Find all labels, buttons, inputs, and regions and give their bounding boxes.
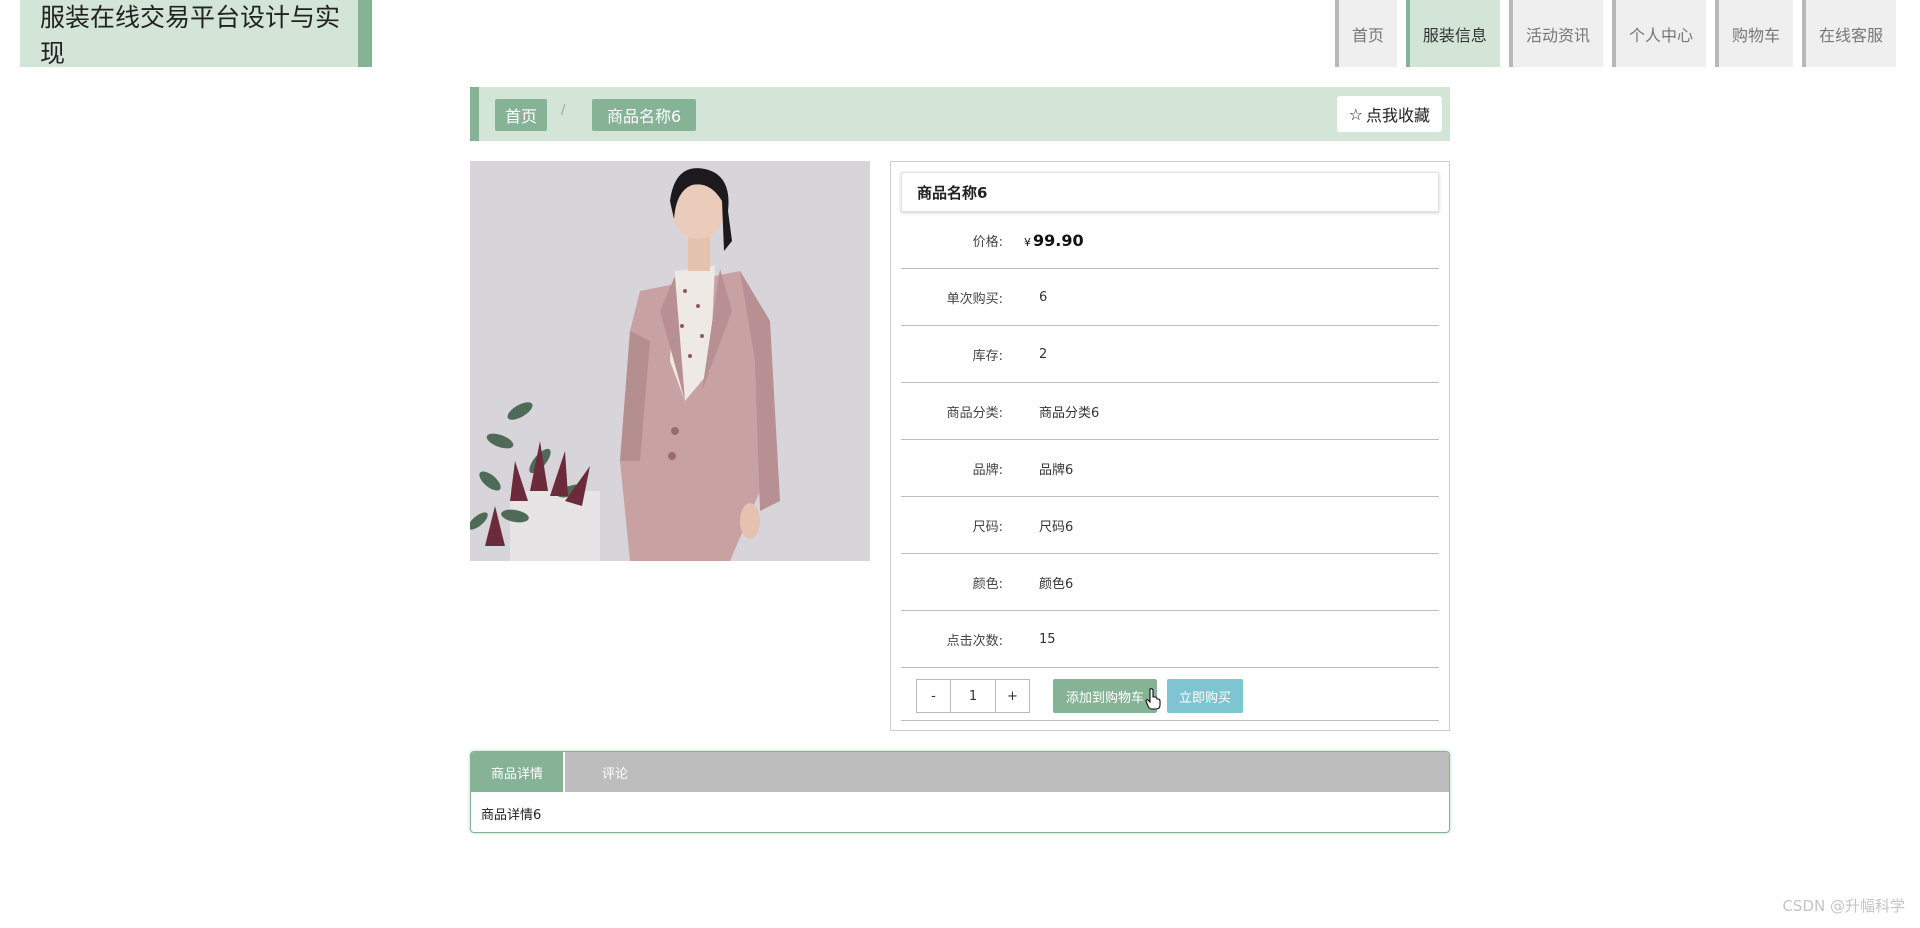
site-title-text: 服装在线交易平台设计与实现 [40,2,341,68]
field-row-category: 商品分类: 商品分类6 [901,383,1439,440]
price-value: ¥99.90 [1024,231,1084,250]
field-value: 品牌6 [1039,462,1074,478]
tab-content: 商品详情6 [481,808,542,823]
purchase-row: - 1 + 添加到购物车 立即购买 [901,672,1439,721]
tab-product-details[interactable]: 商品详情 [471,752,565,792]
product-name: 商品名称6 [901,172,1439,212]
price-label: 价格: [972,234,1003,250]
price-row: 价格: ¥99.90 [901,212,1439,269]
tab-bar: 商品详情 评论 [471,752,1449,792]
nav-label: 首页 [1351,25,1384,45]
field-value: 2 [1039,346,1048,362]
product-photo [470,161,870,561]
site-title: 服装在线交易平台设计与实现 [20,0,372,68]
field-label: 单次购买: [946,291,1003,307]
nav-label: 购物车 [1731,25,1780,45]
nav-label: 服装信息 [1422,25,1487,45]
nav-item-home[interactable]: 首页 [1334,0,1397,67]
nav-label: 个人中心 [1628,25,1693,45]
field-value: 15 [1039,631,1056,647]
buy-now-button[interactable]: 立即购买 [1167,679,1243,713]
add-to-cart-button[interactable]: 添加到购物车 [1053,679,1157,713]
field-label: 颜色: [972,576,1003,592]
quantity-stepper: - 1 + [916,679,1030,713]
field-row-single-purchase: 单次购买: 6 [901,269,1439,326]
favorite-label: 点我收藏 [1365,106,1430,125]
field-value: 尺码6 [1039,519,1074,535]
price-amount: 99.90 [1033,230,1084,250]
product-info-panel: 商品名称6 价格: ¥99.90 单次购买: 6 库存: 2 商品分类: 商品分… [890,161,1450,731]
field-label: 品牌: [972,462,1003,478]
top-nav: 首页 服装信息 活动资讯 个人中心 购物车 在线客服 [1326,0,1896,67]
nav-item-customer-service[interactable]: 在线客服 [1801,0,1896,67]
breadcrumb: 首页 / 商品名称6 ☆ 点我收藏 [470,87,1450,141]
quantity-input[interactable]: 1 [950,680,996,712]
breadcrumb-current[interactable]: 商品名称6 [592,99,697,131]
increase-quantity-button[interactable]: + [996,680,1029,712]
decrease-quantity-button[interactable]: - [917,680,950,712]
nav-item-news[interactable]: 活动资讯 [1508,0,1603,67]
field-row-clicks: 点击次数: 15 [901,611,1439,668]
field-label: 尺码: [972,519,1003,535]
product-image [470,161,870,561]
field-row-size: 尺码: 尺码6 [901,497,1439,554]
field-label: 点击次数: [946,633,1003,649]
hand-cursor-icon [1145,688,1161,710]
nav-label: 活动资讯 [1525,25,1590,45]
field-row-color: 颜色: 颜色6 [901,554,1439,611]
field-label: 库存: [972,348,1003,364]
star-outline-icon: ☆ [1348,104,1363,124]
nav-item-user-center[interactable]: 个人中心 [1611,0,1706,67]
favorite-button[interactable]: ☆ 点我收藏 [1336,96,1442,132]
watermark: CSDN @升幅科学 [1782,897,1905,915]
breadcrumb-separator: / [561,103,566,118]
tab-comments[interactable]: 评论 [565,752,665,792]
detail-tabs: 商品详情 评论 商品详情6 [470,751,1450,833]
nav-label: 在线客服 [1818,25,1883,45]
currency-symbol: ¥ [1024,235,1031,249]
field-row-stock: 库存: 2 [901,326,1439,383]
field-value: 6 [1039,289,1048,305]
field-row-brand: 品牌: 品牌6 [901,440,1439,497]
breadcrumb-home[interactable]: 首页 [495,99,548,131]
field-label: 商品分类: [946,405,1003,421]
field-value: 商品分类6 [1039,405,1100,421]
field-value: 颜色6 [1039,576,1074,592]
nav-item-cart[interactable]: 购物车 [1714,0,1793,67]
nav-item-clothing-info[interactable]: 服装信息 [1405,0,1500,67]
